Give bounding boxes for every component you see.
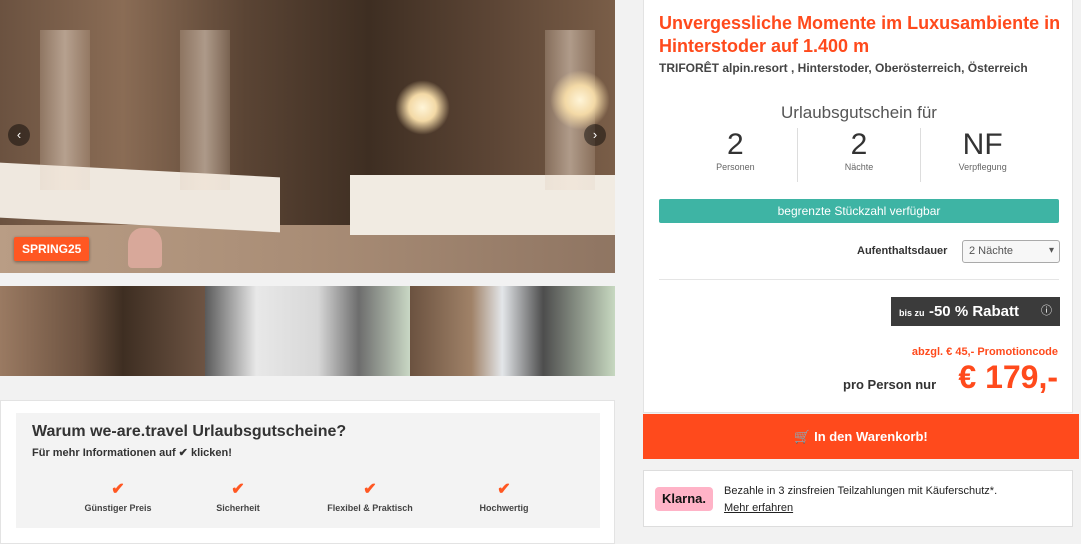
voucher-label: Urlaubsgutschein für: [781, 103, 937, 122]
check-icon[interactable]: ✔: [449, 479, 559, 499]
chevron-left-icon: ‹: [16, 127, 22, 142]
page: ‹ › SPRING25 Warum we-are.travel Urlaubs…: [0, 0, 1081, 544]
thumbnail-1[interactable]: [0, 286, 205, 376]
gallery-next-button[interactable]: ›: [584, 124, 606, 146]
chevron-down-icon: ▾: [1048, 245, 1054, 256]
feature-price[interactable]: ✔ Günstiger Preis: [63, 479, 173, 513]
thumbnail-3[interactable]: [410, 286, 615, 376]
chevron-right-icon: ›: [592, 127, 598, 142]
feature-security[interactable]: ✔ Sicherheit: [183, 479, 293, 513]
cart-icon: 🛒: [794, 429, 811, 444]
promo-badge: SPRING25: [14, 237, 90, 261]
thumbnail-2[interactable]: [205, 286, 410, 376]
why-box: Warum we-are.travel Urlaubsgutscheine? F…: [0, 400, 615, 544]
divider: [659, 279, 1059, 280]
discount-badge: bis zu -50 % Rabatt ⓘ: [891, 297, 1060, 326]
why-subtitle: Für mehr Informationen auf ✔ klicken!: [32, 447, 232, 459]
klarna-box: Klarna. Bezahle in 3 zinsfreien Teilzahl…: [643, 470, 1073, 527]
feature-flexible[interactable]: ✔ Flexibel & Praktisch: [315, 479, 425, 513]
klarna-logo: Klarna.: [655, 487, 713, 511]
klarna-learn-more-link[interactable]: Mehr erfahren: [724, 502, 793, 514]
add-to-cart-button[interactable]: 🛒 In den Warenkorb!: [643, 414, 1079, 459]
stat-persons: 2 Personen: [674, 128, 798, 182]
gallery-prev-button[interactable]: ‹: [8, 124, 30, 146]
offer-panel: Unvergessliche Momente im Luxusambiente …: [643, 0, 1073, 413]
feature-quality[interactable]: ✔ Hochwertig: [449, 479, 559, 513]
offer-location: TRIFORÊT alpin.resort , Hinterstoder, Ob…: [659, 61, 1028, 75]
offer-title: Unvergessliche Momente im Luxusambiente …: [659, 13, 1061, 56]
check-icon[interactable]: ✔: [63, 479, 173, 499]
thumbnail-strip: [0, 286, 615, 376]
main-gallery-image[interactable]: ‹ › SPRING25: [0, 0, 615, 273]
duration-label: Aufenthaltsdauer: [857, 245, 948, 257]
stat-nights: 2 Nächte: [798, 128, 922, 182]
info-icon[interactable]: ⓘ: [1041, 302, 1052, 318]
duration-select[interactable]: 2 Nächte ▾: [962, 240, 1060, 263]
availability-badge: begrenzte Stückzahl verfügbar: [659, 199, 1059, 223]
why-title: Warum we-are.travel Urlaubsgutscheine?: [32, 423, 347, 440]
promo-code-note: abzgl. € 45,- Promotioncode: [911, 346, 1058, 358]
check-icon[interactable]: ✔: [183, 479, 293, 499]
price: € 179,-: [958, 359, 1058, 395]
price-label: pro Person nur: [843, 377, 937, 392]
klarna-text: Bezahle in 3 zinsfreien Teilzahlungen mi…: [724, 485, 998, 497]
check-icon[interactable]: ✔: [315, 479, 425, 499]
offer-stats: 2 Personen 2 Nächte NF Verpflegung: [674, 128, 1044, 182]
stat-board: NF Verpflegung: [958, 128, 1007, 172]
